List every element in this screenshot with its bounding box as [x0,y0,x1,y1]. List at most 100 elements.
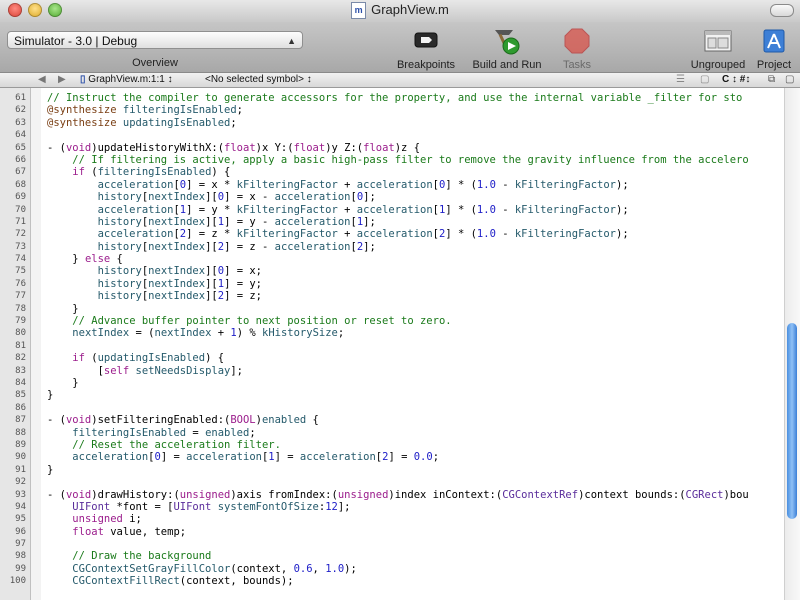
code-line[interactable]: 70 acceleration[1] = y * kFilteringFacto… [0,204,784,216]
code-editor[interactable]: 61 // Instruct the compiler to generate a… [0,88,800,600]
code-text: CGContextFillRect(context, bounds); [72,575,294,588]
project-label: Project [756,59,792,71]
code-line[interactable]: 91} [0,464,784,476]
code-text: if (updatingIsEnabled) { [72,352,225,365]
line-number: 90 [15,452,26,463]
code-line[interactable]: 64 [0,129,784,141]
line-number: 73 [15,241,26,252]
code-text: } [47,376,79,389]
code-line[interactable]: 82 if (updatingIsEnabled) { [0,352,784,364]
toolbar-toggle-button[interactable] [770,4,794,17]
ungrouped-button[interactable]: Ungrouped [688,26,748,71]
code-line[interactable]: 81 [0,340,784,352]
breakpoints-button[interactable]: Breakpoints [394,26,458,71]
code-line[interactable]: 62 @synthesize filteringIsEnabled; [0,104,784,116]
scheme-popup[interactable]: Simulator - 3.0 | Debug ▲ [7,31,303,49]
line-number: 93 [15,489,26,500]
line-number: 94 [15,501,26,512]
line-number: 81 [15,340,26,351]
code-line[interactable]: 86 [0,402,784,414]
code-line[interactable]: 66 // If filtering is active, apply a ba… [0,154,784,166]
code-line[interactable]: 92 [0,476,784,488]
build-and-run-button[interactable]: Build and Run [468,26,546,71]
code-line[interactable]: 90 acceleration[0] = acceleration[1] = a… [0,451,784,463]
code-text: history[nextIndex][0] = x - acceleration… [97,191,376,204]
code-line[interactable]: 78 } [0,303,784,315]
tasks-label: Tasks [562,59,592,71]
line-number: 95 [15,514,26,525]
code-text: [self setNeedsDisplay]; [47,364,244,377]
line-number: 62 [15,105,26,116]
code-text: filteringIsEnabled = enabled; [72,426,256,439]
line-number: 92 [15,477,26,488]
code-line[interactable]: 95 unsigned i; [0,513,784,525]
code-line[interactable]: 69 history[nextIndex][0] = x - accelerat… [0,191,784,203]
code-line[interactable]: 93 - (void)drawHistory:(unsigned)axis fro… [0,489,784,501]
title-bar: m GraphView.m [0,0,800,23]
code-line[interactable]: 76 history[nextIndex][1] = y; [0,278,784,290]
code-line[interactable]: 65 - (void)updateHistoryWithX:(float)x Y:… [0,142,784,154]
line-number: 82 [15,353,26,364]
code-text: // Instruct the compiler to generate acc… [47,92,743,104]
code-text: history[nextIndex][1] = y - acceleration… [97,215,376,228]
breakpoints-menu-icon[interactable]: ▢ [700,74,709,85]
toolbar: Simulator - 3.0 | Debug ▲ Overview Break… [0,22,800,73]
build-and-run-icon [468,26,546,56]
code-line[interactable]: 80 nextIndex = (nextIndex + 1) % kHistor… [0,327,784,339]
code-line[interactable]: 67 if (filteringIsEnabled) { [0,166,784,178]
counterpart-icon[interactable]: ⧉ [768,74,775,85]
symbol-popup[interactable]: <No selected symbol> ↕ [205,74,312,85]
line-number: 72 [15,229,26,240]
class-and-counterpart-tools[interactable]: C ↕ #↕ [722,74,750,85]
code-text: acceleration[2] = z * kFilteringFactor +… [97,228,629,241]
code-text: // Reset the acceleration filter. [72,438,281,451]
scrollbar-thumb[interactable] [787,323,797,519]
code-line[interactable]: 85} [0,389,784,401]
line-number: 68 [15,179,26,190]
lock-icon[interactable]: ▢ [785,74,794,85]
code-text: - (void)updateHistoryWithX:(float)x Y:(f… [47,141,421,154]
file-history-label: GraphView.m:1:1 ↕ [88,74,173,85]
bookmarks-icon[interactable]: ☰ [676,74,685,85]
code-line[interactable]: 68 acceleration[0] = x * kFilteringFacto… [0,179,784,191]
code-line[interactable]: 74 } else { [0,253,784,265]
code-line[interactable]: 98 // Draw the background [0,550,784,562]
code-line[interactable]: 71 history[nextIndex][1] = y - accelerat… [0,216,784,228]
line-number: 65 [15,142,26,153]
code-line[interactable]: 72 acceleration[2] = z * kFilteringFacto… [0,228,784,240]
code-line[interactable]: 89 // Reset the acceleration filter. [0,439,784,451]
code-text: } [47,463,54,476]
code-line[interactable]: 73 history[nextIndex][2] = z - accelerat… [0,241,784,253]
line-number: 64 [15,130,26,141]
back-arrow-icon[interactable]: ◀ [38,74,46,85]
file-history-popup[interactable]: ▯ GraphView.m:1:1 ↕ [80,74,173,85]
code-line[interactable]: 61 // Instruct the compiler to generate a… [0,92,784,104]
line-number: 61 [15,93,26,103]
line-number: 69 [15,192,26,203]
code-text: history[nextIndex][2] = z; [97,290,262,303]
code-line[interactable]: 97 [0,538,784,550]
code-line[interactable]: 83 [self setNeedsDisplay]; [0,365,784,377]
code-line[interactable]: 94 UIFont *font = [UIFont systemFontOfSi… [0,501,784,513]
editor-navigation-bar: ◀ ▶ ▯ GraphView.m:1:1 ↕ <No selected sym… [0,73,800,88]
code-line[interactable]: 99 CGContextSetGrayFillColor(context, 0.… [0,563,784,575]
forward-arrow-icon[interactable]: ▶ [58,74,66,85]
code-line[interactable]: 87 - (void)setFilteringEnabled:(BOOL)enab… [0,414,784,426]
code-line[interactable]: 79 // Advance buffer pointer to next pos… [0,315,784,327]
code-line[interactable]: 96 float value, temp; [0,526,784,538]
code-line[interactable]: 63 @synthesize updatingIsEnabled; [0,117,784,129]
code-text: unsigned i; [72,513,142,526]
tasks-button[interactable]: Tasks [552,26,602,71]
code-text: @synthesize updatingIsEnabled; [47,116,237,129]
project-button[interactable]: Project [752,26,796,71]
line-number: 76 [15,278,26,289]
code-line[interactable]: 75 history[nextIndex][0] = x; [0,265,784,277]
line-number: 83 [15,365,26,376]
code-line[interactable]: 77 history[nextIndex][2] = z; [0,290,784,302]
code-text: CGContextSetGrayFillColor(context, 0.6, … [72,562,357,575]
line-number: 79 [15,316,26,327]
vertical-scrollbar[interactable] [784,88,800,600]
code-line[interactable]: 100 CGContextFillRect(context, bounds); [0,575,784,587]
code-line[interactable]: 84 } [0,377,784,389]
code-line[interactable]: 88 filteringIsEnabled = enabled; [0,427,784,439]
